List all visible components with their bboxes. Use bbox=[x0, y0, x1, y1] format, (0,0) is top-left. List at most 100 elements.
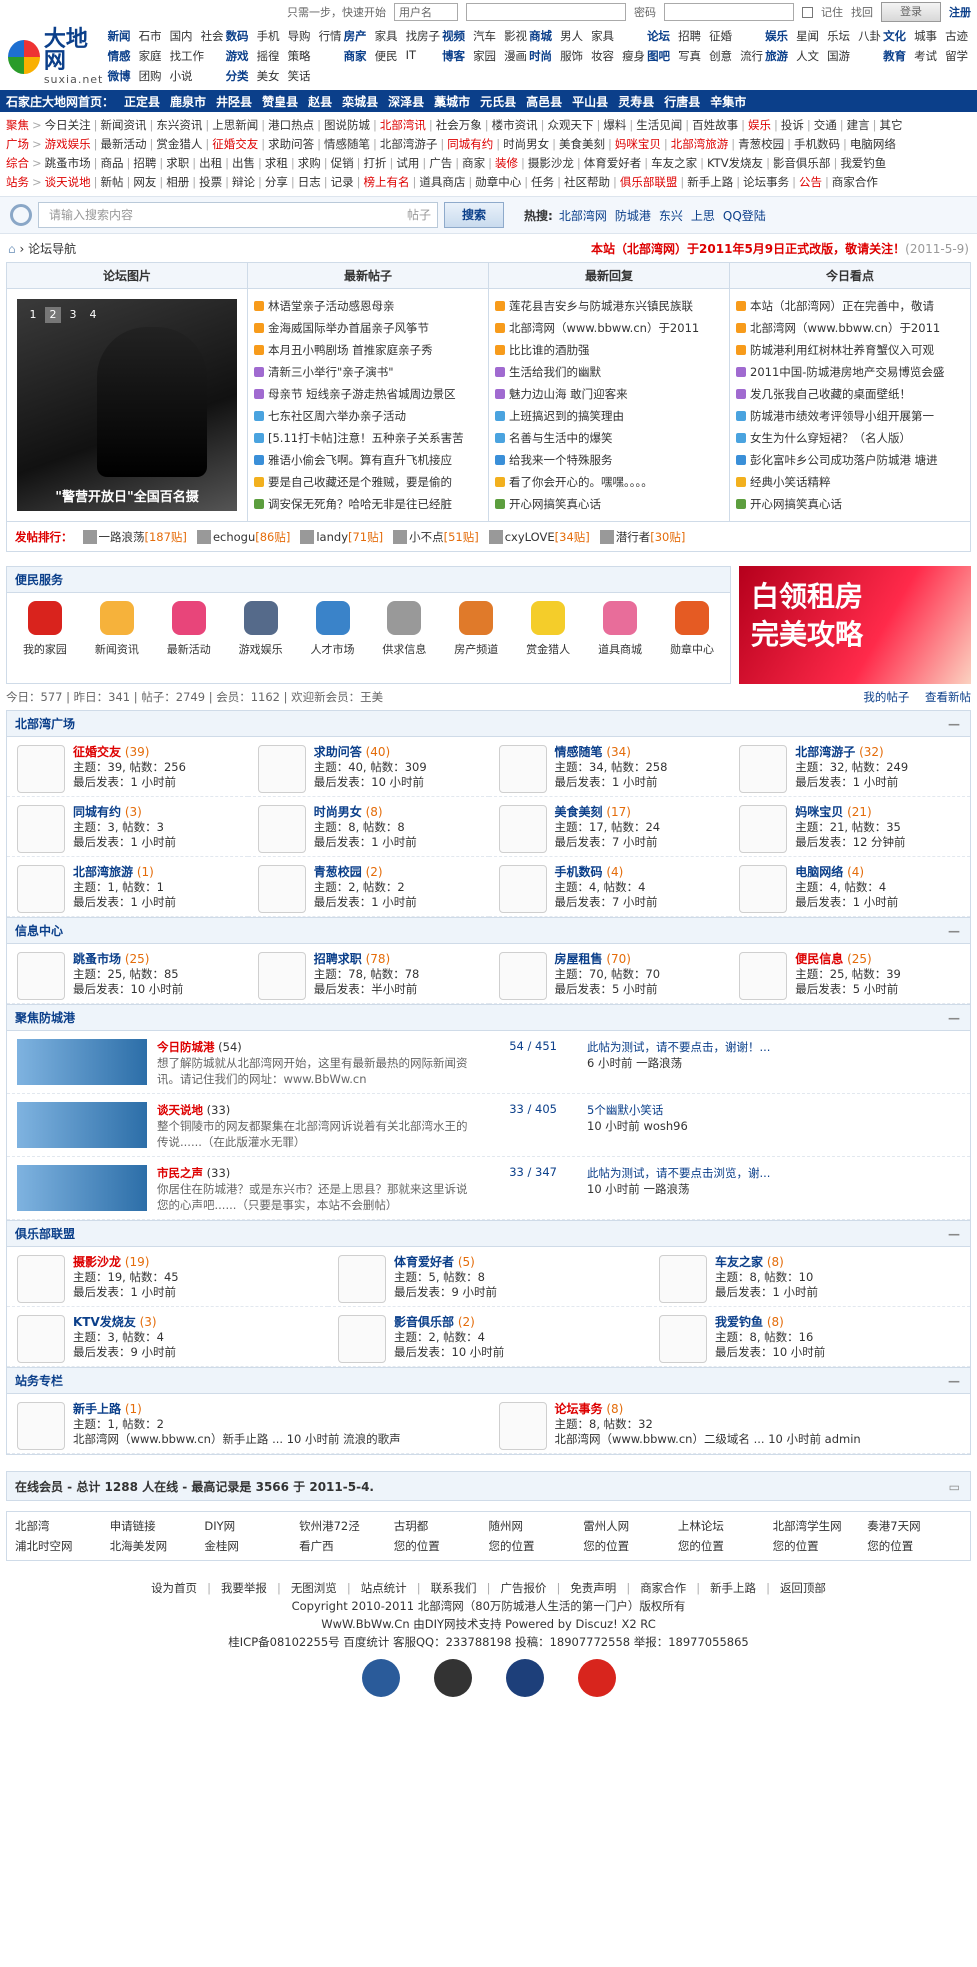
forum-icon[interactable] bbox=[498, 865, 547, 913]
friend-link[interactable]: 北部湾 bbox=[15, 1518, 110, 1534]
item-title[interactable]: 2011中国-防城港房地产交易博览会盛 bbox=[750, 361, 944, 383]
item-title[interactable]: 北部湾网（www.bbww.cn）于2011 bbox=[509, 317, 699, 339]
item-title[interactable]: 发几张我自己收藏的桌面壁纸！ bbox=[750, 383, 911, 405]
forum-name[interactable]: 论坛事务 bbox=[555, 1402, 603, 1416]
section-header[interactable]: 北部湾广场 — bbox=[7, 711, 970, 737]
nav-link[interactable]: 家具 bbox=[375, 28, 398, 48]
nav-head-link[interactable]: 微博 bbox=[108, 68, 131, 88]
poster-entry[interactable]: landy[71贴] bbox=[300, 529, 383, 545]
last-post-title[interactable]: 5个幽默小笑话 bbox=[587, 1102, 960, 1118]
forum-icon[interactable] bbox=[17, 1402, 65, 1450]
forum-name[interactable]: 体育爱好者 bbox=[394, 1255, 454, 1269]
nav-head-link[interactable]: 数码 bbox=[226, 28, 249, 48]
nav-link[interactable]: 行情 bbox=[319, 28, 342, 48]
category-link[interactable]: 北部湾旅游 bbox=[671, 137, 729, 151]
friend-link[interactable]: 上林论坛 bbox=[678, 1518, 773, 1534]
list-item[interactable]: 比比谁的酒肋强 bbox=[495, 339, 723, 361]
collapse-icon[interactable]: — bbox=[948, 1368, 960, 1393]
forum-item[interactable]: 情感随笔 (34) 主题：34, 帖数：258 最后发表：1 小时前 bbox=[488, 737, 730, 797]
hot-search-link[interactable]: QQ登陆 bbox=[723, 207, 766, 224]
new-posts-link[interactable]: 查看新帖 bbox=[925, 690, 971, 704]
row-category-label[interactable]: 综合 bbox=[6, 156, 29, 170]
city-link[interactable]: 藁城市 bbox=[434, 93, 470, 110]
collapse-icon[interactable]: — bbox=[948, 1005, 960, 1030]
category-link[interactable]: 征婚交友 bbox=[212, 137, 258, 151]
nav-head-link[interactable]: 论坛 bbox=[647, 28, 670, 48]
my-posts-link[interactable]: 我的帖子 bbox=[863, 690, 909, 704]
list-item[interactable]: 防城港利用红树林壮养育蟹仪入可观 bbox=[736, 339, 964, 361]
nav-head-link[interactable]: 博客 bbox=[442, 48, 465, 68]
register-link[interactable]: 注册 bbox=[949, 4, 971, 20]
list-item[interactable]: 调安保无死角？哈哈无非是往已经脏 bbox=[254, 493, 482, 515]
nav-link[interactable]: 国游 bbox=[827, 48, 850, 68]
category-link[interactable]: 求职 bbox=[166, 156, 189, 170]
forum-name[interactable]: 房屋租售 bbox=[555, 952, 603, 966]
focus-thumbnail[interactable] bbox=[17, 1039, 147, 1085]
poster-entry[interactable]: echogu[86贴] bbox=[196, 529, 290, 545]
category-link[interactable]: 北部湾讯 bbox=[380, 118, 426, 132]
nav-link[interactable]: 城事 bbox=[914, 28, 937, 48]
forum-name[interactable]: 妈咪宝贝 bbox=[795, 805, 843, 819]
trust-seal-icon[interactable] bbox=[577, 1659, 616, 1697]
category-link[interactable]: 求助问答 bbox=[268, 137, 314, 151]
forum-icon[interactable] bbox=[498, 952, 547, 1000]
category-link[interactable]: 跳蚤市场 bbox=[45, 156, 91, 170]
footer-link[interactable]: 站点统计 bbox=[361, 1579, 407, 1597]
category-link[interactable]: 分享 bbox=[265, 175, 288, 189]
category-link[interactable]: 任务 bbox=[531, 175, 554, 189]
list-item[interactable]: 给我来一个特殊服务 bbox=[495, 449, 723, 471]
item-title[interactable]: 女生为什么穿短裙？（名人版） bbox=[750, 427, 911, 449]
category-link[interactable]: 时尚男女 bbox=[503, 137, 549, 151]
poster-name[interactable]: landy bbox=[316, 530, 348, 544]
forum-icon[interactable] bbox=[17, 952, 65, 1000]
city-link[interactable]: 灵寿县 bbox=[618, 93, 654, 110]
row-category-label[interactable]: 广场 bbox=[6, 137, 29, 151]
forum-name[interactable]: 情感随笔 bbox=[555, 745, 603, 759]
quick-start-hint[interactable]: 只需一步，快速开始 bbox=[287, 4, 386, 20]
forum-item[interactable]: 影音俱乐部 (2) 主题：2, 帖数：4 最后发表：10 小时前 bbox=[328, 1307, 649, 1367]
forum-name[interactable]: 北部湾游子 bbox=[795, 745, 855, 759]
poster-entry[interactable]: 小不点[51贴] bbox=[393, 529, 479, 545]
nav-link[interactable]: 美女 bbox=[257, 68, 280, 88]
list-item[interactable]: 名善与生活中的爆笑 bbox=[495, 427, 723, 449]
footer-link[interactable]: 无图浏览 bbox=[291, 1579, 337, 1597]
nav-link[interactable]: 漫画 bbox=[504, 48, 527, 68]
poster-name[interactable]: 小不点 bbox=[409, 530, 444, 544]
category-link[interactable]: 招聘 bbox=[133, 156, 156, 170]
forum-item[interactable]: 求助问答 (40) 主题：40, 帖数：309 最后发表：10 小时前 bbox=[247, 737, 489, 797]
online-members[interactable]: 在线会员 - 总计 1288 人在线 - 最高记录是 3566 于 2011-5… bbox=[6, 1471, 971, 1501]
category-link[interactable]: 电脑网络 bbox=[850, 137, 896, 151]
nav-link[interactable]: 征婚 bbox=[709, 28, 732, 48]
last-post-title[interactable]: 此帖为测试，请不要点击浏览，谢... bbox=[587, 1165, 960, 1181]
nav-link[interactable]: 瘦身 bbox=[622, 48, 645, 68]
nav-link[interactable]: 社会 bbox=[201, 28, 224, 48]
poster-name[interactable]: cxyLOVE bbox=[505, 530, 555, 544]
friend-link[interactable]: 古玥都 bbox=[394, 1518, 489, 1534]
city-link[interactable]: 高邑县 bbox=[526, 93, 562, 110]
item-title[interactable]: 林语堂亲子活动感恩母亲 bbox=[268, 295, 395, 317]
forum-icon[interactable] bbox=[257, 952, 306, 1000]
category-link[interactable]: 美食美刻 bbox=[559, 137, 605, 151]
city-link[interactable]: 平山县 bbox=[572, 93, 608, 110]
nav-head-link[interactable]: 商城 bbox=[529, 28, 552, 48]
city-link[interactable]: 深泽县 bbox=[388, 93, 424, 110]
forum-name[interactable]: 美食美刻 bbox=[555, 805, 603, 819]
list-item[interactable]: 女生为什么穿短裙？（名人版） bbox=[736, 427, 964, 449]
list-item[interactable]: 防城港市绩效考评领导小组开展第一 bbox=[736, 405, 964, 427]
username-select[interactable]: 用户名 bbox=[394, 3, 458, 21]
item-title[interactable]: 上班搞迟到的搞笑理由 bbox=[509, 405, 624, 427]
category-link[interactable]: 社区帮助 bbox=[564, 175, 610, 189]
footer-link[interactable]: 免责声明 bbox=[570, 1579, 616, 1597]
list-item[interactable]: 开心网搞笑真心话 bbox=[736, 493, 964, 515]
item-title[interactable]: 防城港市绩效考评领导小组开展第一 bbox=[750, 405, 934, 427]
category-link[interactable]: 今日关注 bbox=[45, 118, 91, 132]
category-link[interactable]: 影音俱乐部 bbox=[773, 156, 831, 170]
list-item[interactable]: 2011中国-防城港房地产交易博览会盛 bbox=[736, 361, 964, 383]
category-link[interactable]: 论坛事务 bbox=[743, 175, 789, 189]
category-link[interactable]: 出售 bbox=[232, 156, 255, 170]
category-link[interactable]: 最新活动 bbox=[101, 137, 147, 151]
list-item[interactable]: 看了你会开心的。嘿嘿。。。。 bbox=[495, 471, 723, 493]
collapse-icon[interactable]: — bbox=[948, 918, 960, 943]
slide-caption[interactable]: "警营开放日"全国百名摄 bbox=[17, 486, 237, 505]
forum-icon[interactable] bbox=[739, 952, 788, 1000]
